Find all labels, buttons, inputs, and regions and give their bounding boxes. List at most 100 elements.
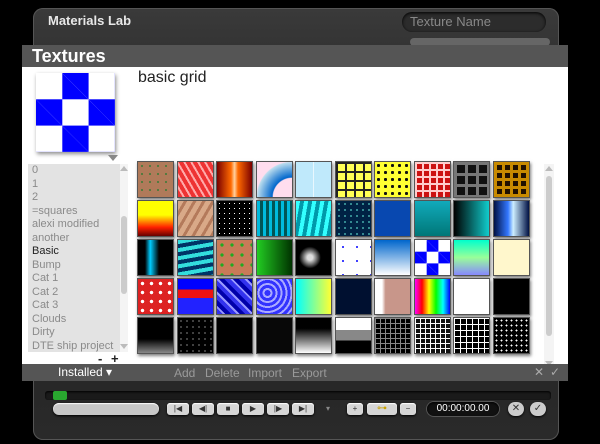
texture-thumbnail-white[interactable] bbox=[453, 278, 490, 315]
category-item[interactable]: Bump bbox=[28, 259, 120, 273]
time-display: 00:00:00.00 bbox=[427, 402, 499, 416]
scroll-down-icon[interactable] bbox=[120, 344, 128, 349]
window-title: Materials Lab bbox=[48, 13, 132, 28]
texture-thumbnail-green-cyan-gradient[interactable] bbox=[453, 239, 490, 276]
texture-thumbnail-rainbow[interactable] bbox=[413, 278, 451, 315]
close-icon[interactable]: ✕ bbox=[534, 365, 544, 379]
category-item[interactable]: =squares bbox=[28, 205, 120, 219]
play-icon[interactable]: ▶ bbox=[242, 403, 264, 415]
texture-thumbnail-yellow-black-pattern[interactable] bbox=[374, 161, 411, 198]
texture-thumbnail-tan-wood[interactable] bbox=[176, 200, 214, 237]
texture-thumbnail-dark-teal-noise[interactable] bbox=[334, 200, 372, 237]
texture-thumbnail-red-triangles[interactable] bbox=[176, 161, 214, 198]
texture-thumbnail-cyan-stripes[interactable] bbox=[255, 200, 293, 237]
texture-thumbnail-gray-white-grid[interactable] bbox=[413, 317, 451, 354]
texture-thumbnail-light-blue-tiles[interactable] bbox=[295, 161, 332, 198]
texture-thumbnail-cream[interactable] bbox=[492, 239, 530, 276]
texture-thumbnail-blue-marble[interactable] bbox=[216, 278, 253, 315]
installed-dropdown[interactable]: Installed ▾ bbox=[58, 365, 112, 379]
texture-grid-scrollbar[interactable] bbox=[544, 164, 554, 369]
category-scroll-thumb[interactable] bbox=[121, 216, 127, 294]
checkmark-icon[interactable]: ✓ bbox=[550, 365, 560, 379]
texture-thumbnail-blue-red-bands[interactable] bbox=[176, 278, 214, 315]
texture-thumbnail-white-blue-dots[interactable] bbox=[334, 239, 372, 276]
texture-thumbnail-black-white-speckle[interactable] bbox=[176, 317, 214, 354]
scroll-up-icon[interactable] bbox=[120, 166, 128, 171]
texture-thumbnail-black-dark[interactable] bbox=[255, 317, 293, 354]
category-item[interactable]: another bbox=[28, 232, 120, 246]
texture-thumbnail-cyan-waves[interactable] bbox=[295, 200, 332, 237]
texture-thumbnail-green-dots[interactable] bbox=[216, 239, 253, 276]
texture-thumbnail-black[interactable] bbox=[492, 278, 530, 315]
texture-thumbnail-red-squares[interactable] bbox=[413, 161, 451, 198]
texture-thumbnail-teal-dark-gradient[interactable] bbox=[453, 200, 490, 237]
go-to-end-icon[interactable]: ▶| bbox=[292, 403, 314, 415]
texture-thumbnail-black-gray-bottom[interactable] bbox=[137, 317, 174, 354]
import-button[interactable]: Import bbox=[248, 366, 282, 380]
texture-thumbnail-gray-stripes[interactable] bbox=[334, 317, 372, 354]
texture-thumbnail-red-white-splatter[interactable] bbox=[137, 278, 174, 315]
texture-thumbnail-cyan-yellow-gradient[interactable] bbox=[295, 278, 332, 315]
texture-thumbnail-green-black-gradient[interactable] bbox=[255, 239, 293, 276]
texture-thumbnail-black-white-noise[interactable] bbox=[216, 200, 253, 237]
texture-thumbnail-red-orange-stripes[interactable] bbox=[216, 161, 253, 198]
category-item[interactable]: alexi modified bbox=[28, 218, 120, 232]
texture-thumbnail-brown-maze[interactable] bbox=[492, 161, 530, 198]
go-to-start-icon[interactable]: |◀ bbox=[167, 403, 189, 415]
selected-texture-name: basic grid bbox=[138, 69, 207, 86]
category-item[interactable]: 1 bbox=[28, 178, 120, 192]
key-icon[interactable]: ⊶ bbox=[367, 403, 397, 415]
export-button[interactable]: Export bbox=[292, 366, 327, 380]
scroll-up-icon[interactable] bbox=[545, 166, 553, 171]
texture-thumbnail-black-white-dots[interactable] bbox=[492, 317, 530, 354]
delete-button[interactable]: Delete bbox=[205, 366, 240, 380]
add-keyframe-icon[interactable]: + bbox=[347, 403, 363, 415]
texture-thumbnail-black-cyan-gradient[interactable] bbox=[137, 239, 174, 276]
playback-options-icon[interactable]: ▾ bbox=[324, 403, 332, 415]
texture-thumbnail-blue-arc[interactable] bbox=[255, 161, 293, 198]
stop-icon[interactable]: ■ bbox=[217, 403, 239, 415]
texture-thumbnail-brown-dotted[interactable] bbox=[137, 161, 174, 198]
texture-thumbnail-black-solid[interactable] bbox=[216, 317, 253, 354]
texture-thumbnail-blue-gradient[interactable] bbox=[492, 200, 530, 237]
panel-title: Textures bbox=[32, 46, 106, 66]
category-item[interactable]: Clouds bbox=[28, 313, 120, 327]
texture-thumbnail-yellow-squares[interactable] bbox=[334, 161, 372, 198]
texture-thumbnail-blue-solid[interactable] bbox=[374, 200, 411, 237]
category-item[interactable]: DTE ship project bbox=[28, 340, 120, 354]
texture-thumbnail-black-gray-tiles[interactable] bbox=[453, 161, 490, 198]
textures-panel: Textures basic grid 0 1 2 =squares alexi mod… bbox=[22, 45, 568, 380]
category-item[interactable]: Basic bbox=[28, 245, 120, 259]
texture-name-field[interactable]: Texture Name bbox=[402, 12, 546, 32]
category-scrollbar[interactable] bbox=[120, 164, 128, 352]
texture-thumbnail-cyan-streaks[interactable] bbox=[176, 239, 214, 276]
timeline-scrubber[interactable] bbox=[53, 391, 67, 400]
texture-thumbnail-dark-navy[interactable] bbox=[334, 278, 372, 315]
category-item[interactable]: Cat 1 bbox=[28, 272, 120, 286]
category-item[interactable]: Dirty bbox=[28, 326, 120, 340]
texture-thumbnail-white-black-grid[interactable] bbox=[453, 317, 490, 354]
step-back-icon[interactable]: ◀| bbox=[192, 403, 214, 415]
category-item[interactable]: Cat 3 bbox=[28, 299, 120, 313]
category-item[interactable]: Cat 2 bbox=[28, 286, 120, 300]
category-list: 0 1 2 =squares alexi modified another Basic Bum… bbox=[28, 164, 120, 352]
texture-thumbnail-blue-white-gradient[interactable] bbox=[374, 239, 411, 276]
texture-thumbnail-black-white-splash[interactable] bbox=[295, 239, 332, 276]
texture-grid-scroll-thumb[interactable] bbox=[546, 176, 552, 336]
step-forward-icon[interactable]: |▶ bbox=[267, 403, 289, 415]
texture-thumbnail-blue-swirl[interactable] bbox=[255, 278, 293, 315]
texture-thumbnail-yellow-red-flames[interactable] bbox=[137, 200, 174, 237]
category-item[interactable]: 2 bbox=[28, 191, 120, 205]
timeline-track[interactable] bbox=[45, 391, 551, 400]
add-button[interactable]: Add bbox=[174, 366, 195, 380]
texture-thumbnail-gray-white-gradient[interactable] bbox=[295, 317, 332, 354]
texture-thumbnail-basic-grid[interactable] bbox=[413, 239, 451, 276]
checkmark-icon[interactable]: ✓ bbox=[530, 402, 546, 416]
texture-thumbnail-brown-white-rock[interactable] bbox=[374, 278, 411, 315]
category-item[interactable]: 0 bbox=[28, 164, 120, 178]
texture-thumbnail-black-grid[interactable] bbox=[374, 317, 411, 354]
texture-thumbnail-teal-gradient[interactable] bbox=[413, 200, 451, 237]
frame-selector[interactable] bbox=[53, 403, 159, 415]
remove-keyframe-icon[interactable]: − bbox=[400, 403, 416, 415]
close-icon[interactable]: ✕ bbox=[508, 402, 524, 416]
